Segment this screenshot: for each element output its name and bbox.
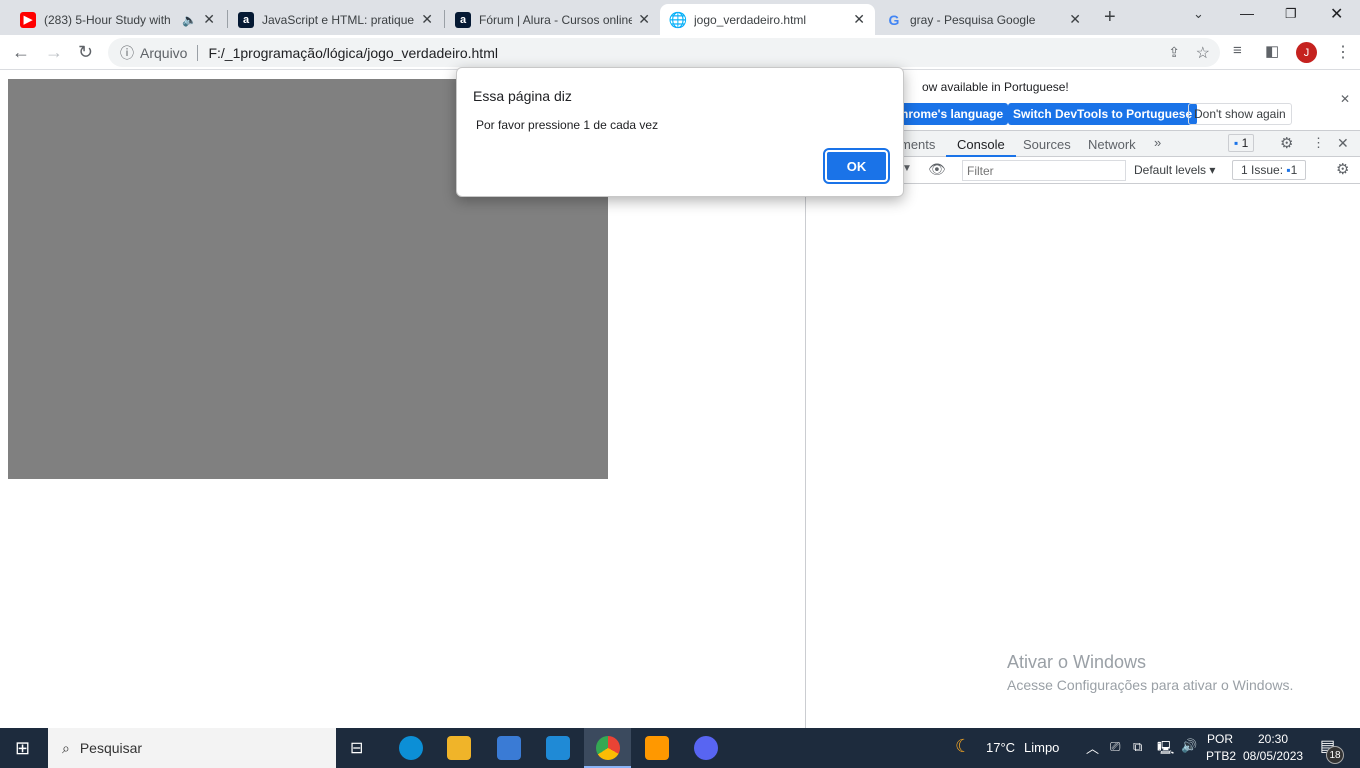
activation-watermark-title: Ativar o Windows (1007, 652, 1147, 672)
dialog-title: Essa página diz (473, 88, 572, 104)
store-icon[interactable] (497, 736, 521, 760)
info-icon[interactable]: ⓘ (120, 43, 134, 63)
tab-title: (283) 5-Hour Study with (44, 12, 171, 27)
devtools-banner-text: ow available in Portuguese! (922, 80, 1069, 94)
alert-dialog: Essa página diz Por favor pressione 1 de… (456, 67, 904, 197)
settings-gear-icon[interactable]: ⚙ (1280, 134, 1293, 152)
edge-icon[interactable] (399, 736, 423, 760)
tab-search-icon[interactable]: ⌄ (1193, 6, 1204, 22)
new-tab-button[interactable]: + (1104, 6, 1116, 29)
alura-icon: a (238, 11, 254, 28)
menu-icon[interactable]: ⋮ (1335, 42, 1351, 62)
tab-youtube[interactable]: ▶ (283) 5-Hour Study with 🔈 ✕ (10, 4, 225, 35)
temperature[interactable]: 17°C (986, 740, 1015, 755)
youtube-icon: ▶ (20, 11, 36, 28)
tab-google[interactable]: Ggray - Pesquisa Google ✕ (876, 4, 1091, 35)
taskbar-search[interactable]: ⌕ Pesquisar (48, 728, 336, 768)
ok-button[interactable]: OK (823, 148, 890, 184)
more-tabs-icon[interactable]: » (1154, 135, 1161, 150)
share-icon[interactable]: ⇪ (1168, 44, 1180, 61)
url-text[interactable]: F:/_1programação/lógica/jogo_verdadeiro.… (208, 45, 498, 61)
chrome-taskbar-button[interactable] (584, 728, 631, 768)
tab-alura-js[interactable]: a JavaScript e HTML: pratique l ✕ (228, 4, 443, 35)
side-panel-icon[interactable]: ◧ (1265, 42, 1279, 60)
close-tab-icon[interactable]: ✕ (853, 11, 865, 28)
scheme-label: Arquivo (140, 44, 188, 61)
weather-text[interactable]: Limpo (1024, 740, 1059, 755)
restore-button[interactable]: ❐ (1285, 6, 1297, 22)
alura-icon: a (455, 11, 471, 28)
reload-icon[interactable]: ↻ (78, 42, 93, 63)
search-icon: ⌕ (62, 739, 70, 756)
google-icon: G (888, 11, 900, 28)
dialog-message: Por favor pressione 1 de cada vez (476, 118, 659, 132)
tab-title: jogo_verdadeiro.html (694, 12, 807, 27)
mail-icon[interactable] (546, 736, 570, 760)
console-settings-icon[interactable]: ⚙ (1336, 160, 1349, 178)
tab-elements[interactable]: ments (900, 137, 935, 152)
notification-count-badge: 18 (1326, 746, 1344, 764)
sublime-icon[interactable] (645, 736, 669, 760)
address-bar[interactable]: ⓘ Arquivo F:/_1programação/lógica/jogo_v… (108, 38, 1220, 67)
close-devtools-icon[interactable]: ✕ (1337, 135, 1349, 152)
back-icon[interactable]: ← (12, 42, 30, 63)
close-tab-icon[interactable]: ✕ (203, 11, 215, 28)
moon-weather-icon: ☾ (955, 736, 972, 756)
eye-icon[interactable]: 👁 (928, 161, 946, 178)
task-view-icon[interactable]: ⊟ (350, 738, 363, 758)
volume-icon[interactable]: 🔊 (1181, 738, 1197, 754)
switch-devtools-language-button[interactable]: Switch DevTools to Portuguese (1008, 103, 1198, 125)
tab-console[interactable]: Console (946, 131, 1016, 157)
windows-start-icon[interactable]: ⊞ (15, 738, 30, 759)
close-banner-icon[interactable]: ✕ (1340, 92, 1350, 106)
clock-date[interactable]: 08/05/2023 (1243, 749, 1303, 763)
tab-strip: ▶ (283) 5-Hour Study with 🔈 ✕ a JavaScript e… (0, 0, 1360, 35)
bookmark-star-icon[interactable]: ☆ (1196, 43, 1210, 63)
network-icon[interactable]: 🖳 (1157, 739, 1174, 761)
avatar[interactable]: J (1296, 42, 1317, 63)
messages-badge[interactable]: ▪ 1 (1228, 134, 1255, 152)
show-hidden-icons-chevron[interactable]: ︿ (1086, 738, 1099, 757)
tab-title: Fórum | Alura - Cursos online (479, 12, 633, 27)
language-indicator[interactable]: POR (1207, 732, 1233, 746)
filter-input[interactable] (962, 160, 1126, 181)
close-tab-icon[interactable]: ✕ (638, 11, 650, 28)
issues-button[interactable]: 1 Issue: ▪1 (1232, 160, 1307, 180)
clock-time[interactable]: 20:30 (1258, 732, 1288, 746)
speaker-icon[interactable]: 🔈 (182, 13, 197, 27)
close-tab-icon[interactable]: ✕ (1069, 11, 1081, 28)
file-explorer-icon[interactable] (447, 736, 471, 760)
tab-title: JavaScript e HTML: pratique l (262, 12, 416, 27)
tab-alura-forum[interactable]: a Fórum | Alura - Cursos online ✕ (445, 4, 660, 35)
forward-icon[interactable]: → (45, 42, 63, 63)
taskbar: ⊞ ⌕ Pesquisar ⊟ ☾ 17°C Limpo ︿ ⎚ ⧉ 🖳 🔊 PO… (0, 728, 1360, 768)
globe-icon: 🌐 (668, 11, 688, 29)
tab-title: gray - Pesquisa Google (910, 12, 1036, 27)
tab-sources[interactable]: Sources (1023, 137, 1071, 152)
close-tab-icon[interactable]: ✕ (421, 11, 433, 28)
remote-icon[interactable]: ⧉ (1133, 739, 1142, 755)
activation-watermark-text: Acesse Configurações para ativar o Windo… (1007, 677, 1294, 693)
meet-icon[interactable]: ⎚ (1110, 739, 1120, 755)
tab-network[interactable]: Network (1088, 137, 1136, 152)
devtools-menu-icon[interactable]: ⋮ (1312, 135, 1325, 151)
chrome-icon (596, 736, 620, 760)
media-icon[interactable]: ≡ (1233, 42, 1242, 59)
keyboard-layout[interactable]: PTB2 (1206, 749, 1236, 763)
toolbar: ← → ↻ ⓘ Arquivo F:/_1programação/lógica/… (0, 35, 1360, 70)
discord-icon[interactable] (694, 736, 718, 760)
dont-show-again-button[interactable]: Don't show again (1188, 103, 1292, 125)
levels-dropdown[interactable]: Default levels ▾ (1134, 163, 1215, 177)
message-icon: ▪ (1234, 136, 1239, 150)
minimize-button[interactable]: — (1240, 5, 1254, 21)
close-window-button[interactable]: ✕ (1330, 4, 1343, 24)
tab-jogo[interactable]: 🌐 jogo_verdadeiro.html ✕ (660, 4, 875, 35)
set-language-button[interactable]: hrome's language (896, 103, 1009, 125)
